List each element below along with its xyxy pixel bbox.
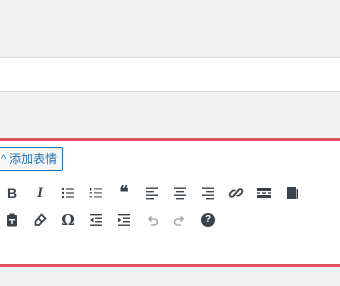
align-right-button[interactable] bbox=[196, 181, 220, 205]
outdent-button[interactable] bbox=[84, 208, 108, 232]
section-gap bbox=[0, 92, 340, 138]
clear-formatting-button[interactable] bbox=[28, 208, 52, 232]
indent-icon bbox=[118, 214, 130, 226]
bottom-panel bbox=[0, 267, 340, 286]
help-icon: ? bbox=[201, 213, 215, 227]
undo-button[interactable] bbox=[140, 208, 164, 232]
toolbar-toggle-button[interactable] bbox=[280, 181, 304, 205]
add-emoji-button[interactable]: ^ 添加表情 bbox=[0, 147, 64, 171]
clear-formatting-icon bbox=[34, 213, 47, 226]
align-center-button[interactable] bbox=[168, 181, 192, 205]
italic-button[interactable]: I bbox=[28, 181, 52, 205]
blockquote-button[interactable]: ❝ bbox=[112, 181, 136, 205]
link-icon bbox=[228, 188, 244, 198]
bulleted-list-icon bbox=[61, 187, 74, 199]
title-input[interactable] bbox=[0, 58, 340, 92]
bulleted-list-button[interactable] bbox=[56, 181, 80, 205]
add-emoji-label: 添加表情 bbox=[9, 152, 58, 166]
numbered-list-icon bbox=[89, 188, 102, 198]
read-more-icon bbox=[257, 188, 271, 198]
bold-button[interactable]: B bbox=[0, 181, 24, 205]
paste-text-icon bbox=[7, 213, 17, 227]
paste-text-button[interactable] bbox=[0, 208, 24, 232]
read-more-button[interactable] bbox=[252, 181, 276, 205]
align-left-icon bbox=[146, 187, 158, 200]
redo-icon bbox=[173, 215, 185, 226]
special-character-button[interactable]: Ω bbox=[56, 208, 80, 232]
toolbar-row-1: B I ❝ bbox=[0, 181, 340, 205]
numbered-list-button[interactable] bbox=[84, 181, 108, 205]
outdent-icon bbox=[90, 214, 102, 226]
insert-link-button[interactable] bbox=[224, 181, 248, 205]
align-left-button[interactable] bbox=[140, 181, 164, 205]
editor-toolbar-panel: ^ 添加表情 B I ❝ Ω ? bbox=[0, 141, 340, 264]
align-center-icon bbox=[174, 187, 186, 200]
toolbar-row-2: Ω ? bbox=[0, 208, 340, 232]
top-panel bbox=[0, 0, 340, 58]
toolbar-toggle-icon bbox=[287, 187, 298, 199]
undo-icon bbox=[147, 215, 159, 226]
redo-button[interactable] bbox=[168, 208, 192, 232]
caret-up-icon: ^ bbox=[1, 153, 7, 165]
indent-button[interactable] bbox=[112, 208, 136, 232]
align-right-icon bbox=[202, 187, 214, 200]
help-button[interactable]: ? bbox=[196, 208, 220, 232]
